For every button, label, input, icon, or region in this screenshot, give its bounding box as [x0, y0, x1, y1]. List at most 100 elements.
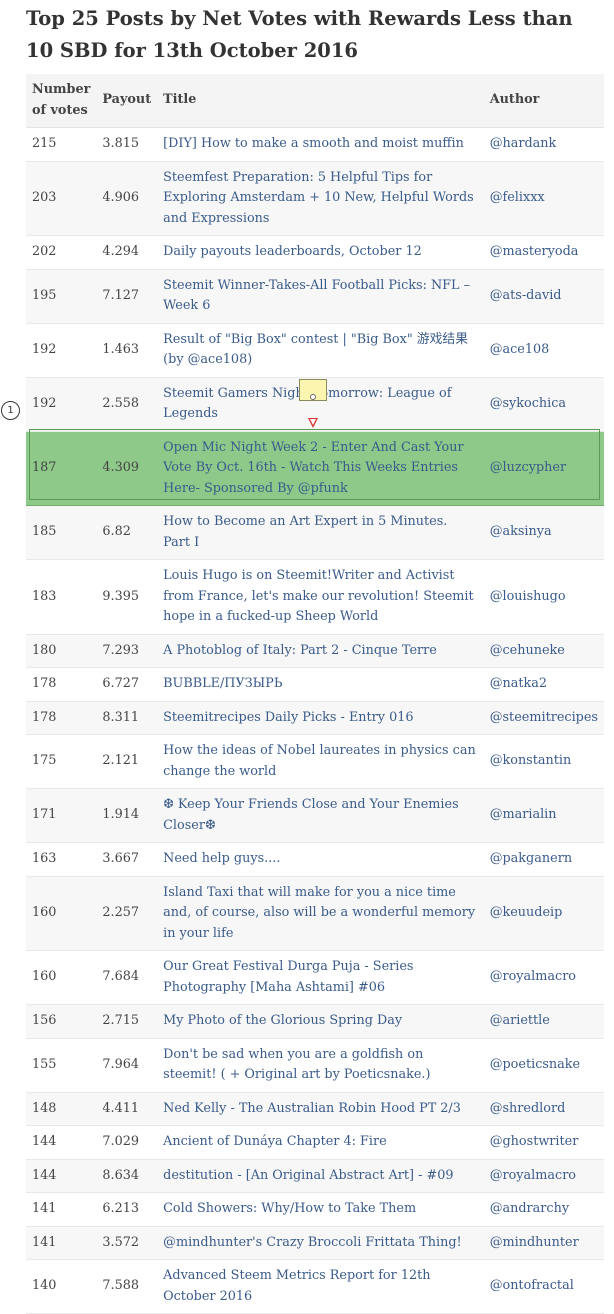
- post-title-link[interactable]: My Photo of the Glorious Spring Day: [157, 1004, 484, 1039]
- votes-cell: 148: [26, 1092, 97, 1126]
- post-title-link[interactable]: Ancient of Dunáya Chapter 4: Fire: [157, 1125, 484, 1160]
- votes-cell: 183: [26, 559, 97, 635]
- table-row: 187 4.309 Open Mic Night Week 2 - Enter An…: [26, 431, 604, 506]
- post-title-link[interactable]: Open Mic Night Week 2 - Enter And Cast Y…: [157, 431, 484, 506]
- author-link[interactable]: @ghostwriter: [483, 1125, 604, 1160]
- author-link[interactable]: @poeticsnake: [483, 1038, 604, 1093]
- author-link[interactable]: @ace108: [483, 323, 604, 378]
- post-title-link[interactable]: A Photoblog of Italy: Part 2 - Cinque Te…: [157, 634, 484, 668]
- payout-cell: 9.395: [96, 559, 158, 635]
- author-link[interactable]: @royalmacro: [483, 1159, 604, 1193]
- post-title-link[interactable]: ❆ Keep Your Friends Close and Your Enemi…: [157, 788, 484, 843]
- author-link[interactable]: @louishugo: [483, 559, 604, 635]
- payout-cell: 2.257: [96, 876, 158, 951]
- table-row: 160 2.257 Island Taxi that will make for y…: [26, 876, 604, 951]
- payout-cell: 7.029: [96, 1125, 158, 1160]
- author-link[interactable]: @cehuneke: [483, 634, 604, 668]
- votes-cell: 192: [26, 323, 97, 378]
- author-link[interactable]: @sykochica: [483, 377, 604, 432]
- payout-cell: 8.311: [96, 701, 158, 735]
- author-link[interactable]: @natka2: [483, 667, 604, 702]
- payout-cell: 2.558: [96, 377, 158, 432]
- table-row: 203 4.906 Steemfest Preparation: 5 Helpful…: [26, 161, 604, 236]
- table-row: 160 7.684 Our Great Festival Durga Puja - …: [26, 950, 604, 1005]
- author-link[interactable]: @keuudeip: [483, 876, 604, 951]
- author-link[interactable]: @ariettle: [483, 1004, 604, 1039]
- votes-cell: 178: [26, 701, 97, 735]
- post-title-link[interactable]: Advanced Steem Metrics Report for 12th O…: [157, 1259, 484, 1314]
- payout-cell: 8.634: [96, 1159, 158, 1193]
- votes-cell: 155: [26, 1038, 97, 1093]
- page-title: Top 25 Posts by Net Votes with Rewards L…: [26, 7, 573, 62]
- author-link[interactable]: @mindhunter: [483, 1226, 604, 1260]
- post-title-link[interactable]: Steemit Winner-Takes-All Football Picks:…: [157, 269, 484, 324]
- post-title-link[interactable]: How to Become an Art Expert in 5 Minutes…: [157, 505, 484, 560]
- table-header-row: Number of votes Payout Title Author: [26, 74, 604, 128]
- post-title-link[interactable]: Steemitrecipes Daily Picks - Entry 016: [157, 701, 484, 735]
- author-link[interactable]: @felixxx: [483, 161, 604, 236]
- table-row: 163 3.667 Need help guys.... @pakganern: [26, 842, 604, 877]
- votes-cell: 203: [26, 161, 97, 236]
- table-row: 202 4.294 Daily payouts leaderboards, Octo…: [26, 235, 604, 270]
- author-link[interactable]: @ontofractal: [483, 1259, 604, 1314]
- votes-cell: 192: [26, 377, 97, 432]
- post-title-link[interactable]: Steemfest Preparation: 5 Helpful Tips fo…: [157, 161, 484, 236]
- author-link[interactable]: @andrarchy: [483, 1192, 604, 1227]
- payout-cell: 4.906: [96, 161, 158, 236]
- votes-cell: 160: [26, 950, 97, 1005]
- table-row: 141 6.213 Cold Showers: Why/How to Take Th…: [26, 1192, 604, 1227]
- post-title-link[interactable]: Need help guys....: [157, 842, 484, 877]
- post-title-link[interactable]: Result of "Big Box" contest | "Big Box" …: [157, 323, 484, 378]
- payout-cell: 4.294: [96, 235, 158, 270]
- table-row: 155 7.964 Don't be sad when you are a gold…: [26, 1038, 604, 1093]
- author-link[interactable]: @ats-david: [483, 269, 604, 324]
- votes-cell: 156: [26, 1004, 97, 1039]
- author-link[interactable]: @marialin: [483, 788, 604, 843]
- votes-cell: 171: [26, 788, 97, 843]
- post-title-link[interactable]: Our Great Festival Durga Puja - Series P…: [157, 950, 484, 1005]
- post-title-link[interactable]: Don't be sad when you are a goldfish on …: [157, 1038, 484, 1093]
- post-title-link[interactable]: destitution - [An Original Abstract Art]…: [157, 1159, 484, 1193]
- payout-cell: 2.715: [96, 1004, 158, 1039]
- payout-cell: 3.815: [96, 127, 158, 162]
- annotation-marker[interactable]: 1: [1, 401, 20, 420]
- table-row: 140 7.588 Advanced Steem Metrics Report fo…: [26, 1259, 604, 1314]
- table-row: 195 7.127 Steemit Winner-Takes-All Footbal…: [26, 269, 604, 324]
- author-link[interactable]: @aksinya: [483, 505, 604, 560]
- header-votes: Number of votes: [26, 74, 97, 128]
- author-link[interactable]: @konstantin: [483, 734, 604, 789]
- table-row: 144 7.029 Ancient of Dunáya Chapter 4: Fir…: [26, 1125, 604, 1160]
- payout-cell: 1.914: [96, 788, 158, 843]
- payout-cell: 7.293: [96, 634, 158, 668]
- author-link[interactable]: @masteryoda: [483, 235, 604, 270]
- author-link[interactable]: @pakganern: [483, 842, 604, 877]
- votes-cell: 202: [26, 235, 97, 270]
- table-row: 178 8.311 Steemitrecipes Daily Picks - Ent…: [26, 701, 604, 735]
- payout-cell: 4.309: [96, 431, 158, 506]
- post-title-link[interactable]: Island Taxi that will make for you a nic…: [157, 876, 484, 951]
- post-title-link[interactable]: How the ideas of Nobel laureates in phys…: [157, 734, 484, 789]
- payout-cell: 2.121: [96, 734, 158, 789]
- post-title-link[interactable]: Daily payouts leaderboards, October 12: [157, 235, 484, 270]
- author-link[interactable]: @luzcypher: [483, 431, 604, 506]
- author-link[interactable]: @hardank: [483, 127, 604, 162]
- post-title-link[interactable]: Cold Showers: Why/How to Take Them: [157, 1192, 484, 1227]
- payout-cell: 4.411: [96, 1092, 158, 1126]
- post-title-link[interactable]: Louis Hugo is on Steemit!Writer and Acti…: [157, 559, 484, 635]
- payout-cell: 3.667: [96, 842, 158, 877]
- header-author: Author: [483, 74, 604, 128]
- post-title-link[interactable]: Ned Kelly - The Australian Robin Hood PT…: [157, 1092, 484, 1126]
- table-row: 183 9.395 Louis Hugo is on Steemit!Writer …: [26, 559, 604, 635]
- post-title-link[interactable]: @mindhunter's Crazy Broccoli Frittata Th…: [157, 1226, 484, 1260]
- table-row: 171 1.914 ❆ Keep Your Friends Close and Yo…: [26, 788, 604, 843]
- table-row: 144 8.634 destitution - [An Original Abstr…: [26, 1159, 604, 1193]
- author-link[interactable]: @royalmacro: [483, 950, 604, 1005]
- author-link[interactable]: @shredlord: [483, 1092, 604, 1126]
- votes-cell: 160: [26, 876, 97, 951]
- votes-cell: 141: [26, 1192, 97, 1227]
- post-title-link[interactable]: BUBBLE/ПУЗЫРЬ: [157, 667, 484, 702]
- votes-cell: 175: [26, 734, 97, 789]
- sticky-note-icon[interactable]: [299, 379, 327, 401]
- author-link[interactable]: @steemitrecipes: [483, 701, 604, 735]
- post-title-link[interactable]: [DIY] How to make a smooth and moist muf…: [157, 127, 484, 162]
